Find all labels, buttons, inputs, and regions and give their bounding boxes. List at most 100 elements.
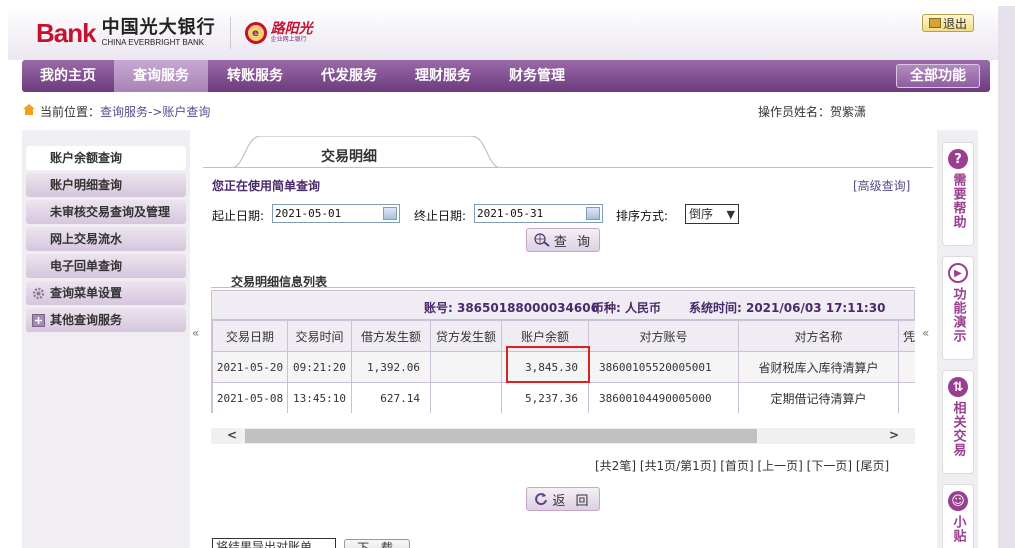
bank-mark-text: Bank (36, 17, 97, 48)
sidebar-item-receipt[interactable]: 电子回单查询 (26, 254, 186, 278)
currency: 币种: 人民币 (592, 301, 661, 315)
sort-select[interactable]: 倒序 ▼ (685, 204, 739, 224)
nav-finance-management[interactable]: 财务管理 (490, 60, 584, 92)
logout-icon (928, 18, 941, 28)
cell-credit (430, 351, 502, 383)
breadcrumb-prefix: 当前位置： (40, 105, 101, 119)
end-date-label: 终止日期: (414, 209, 467, 223)
gear-icon (32, 287, 45, 300)
demo-card-label: 功能演示 (950, 287, 966, 343)
tips-card-label: 小贴 (950, 515, 966, 543)
swap-icon: ⇅ (948, 377, 968, 397)
cell-debit: 627.14 (351, 382, 431, 413)
export-format-value: 将结果导出对账单 (216, 540, 313, 548)
tab-transaction-details[interactable]: 交易明细 (321, 146, 377, 166)
sidebar-item-detail[interactable]: 账户明细查询 (26, 173, 186, 197)
end-date-field[interactable]: 2021-05-31 (474, 204, 603, 223)
account-number: 账号: 38650188000034606 (424, 301, 599, 315)
sidebar-item-online-flow[interactable]: 网上交易流水 (26, 227, 186, 251)
col-header-debit: 借方发生额 (351, 320, 431, 352)
bank-names: 中国光大银行 CHINA EVERBRIGHT BANK (102, 19, 216, 47)
filter-row: 起止日期: 2021-05-01 终止日期: 2021-05-31 排序方式: … (212, 203, 932, 225)
breadcrumb-path[interactable]: 查询服务->账户查询 (100, 103, 210, 120)
main-content: 交易明细 您正在使用简单查询 [高级查询] 起止日期: 2021-05-01 终… (203, 130, 933, 548)
scroll-right-icon[interactable]: > (889, 428, 899, 442)
related-transactions-card[interactable]: ⇅ 相关交易 (942, 370, 974, 474)
operator-name: 操作员姓名：贺紫潇 (758, 105, 867, 119)
cell-trade-date: 2021-05-20 (212, 351, 288, 383)
cell-voucher (898, 382, 915, 413)
sidebar-item-balance[interactable]: 账户余额查询 (26, 146, 186, 170)
back-button[interactable]: 返 回 (526, 487, 600, 511)
sidebar: 账户余额查询 账户明细查询 未审核交易查询及管理 网上交易流水 电子回单查询 查… (22, 130, 190, 548)
cell-debit: 1,392.06 (351, 351, 431, 383)
table-row[interactable]: 2021-05-08 13:45:10 627.14 5,237.36 3860… (212, 382, 915, 413)
cell-trade-time: 09:21:20 (287, 351, 352, 383)
sidebar-item-label: 其他查询服务 (50, 313, 123, 327)
sidebar-item-unreviewed[interactable]: 未审核交易查询及管理 (26, 200, 186, 224)
all-functions-button[interactable]: 全部功能 (896, 64, 980, 88)
nav-payroll-services[interactable]: 代发服务 (302, 60, 396, 92)
account-info-bar: 账号: 38650188000034606 币种: 人民币 系统时间: 2021… (211, 290, 915, 320)
cell-counter-account: 38600105520005001 (588, 351, 739, 383)
nav-wealth-services[interactable]: 理财服务 (396, 60, 490, 92)
cell-trade-time: 13:45:10 (287, 382, 352, 413)
bank-name-en: CHINA EVERBRIGHT BANK (101, 38, 205, 47)
tips-card[interactable]: ☺ 小贴 (942, 484, 974, 548)
col-header-credit: 贷方发生额 (430, 320, 502, 352)
collapse-sidebar-icon[interactable]: « (192, 326, 199, 340)
collapse-right-rail-icon[interactable]: « (922, 326, 929, 340)
sun-emblem-icon: e (244, 22, 267, 44)
logo-divider (229, 17, 231, 49)
sun-brand-logo: e 路阳光 企业网上银行 (244, 21, 313, 44)
sidebar-item-menu-settings[interactable]: 查询菜单设置 (26, 281, 186, 305)
sort-label: 排序方式: (616, 209, 669, 223)
main-nav: 我的主页 查询服务 转账服务 代发服务 理财服务 财务管理 全部功能 (22, 60, 990, 92)
related-transactions-label: 相关交易 (950, 401, 966, 457)
demo-card[interactable]: ▶ 功能演示 (942, 256, 974, 360)
pager[interactable]: [共2笔] [共1页/第1页] [首页] [上一页] [下一页] [尾页] (595, 457, 889, 474)
start-date-field[interactable]: 2021-05-01 (272, 204, 400, 223)
logout-label: 退出 (942, 16, 967, 31)
window-scroll-track (998, 6, 1015, 548)
scroll-left-icon[interactable]: < (227, 428, 237, 442)
calendar-icon[interactable] (586, 207, 600, 220)
help-card[interactable]: ? 需要帮助 (942, 142, 974, 246)
bank-name-cn: 中国光大银行 (101, 17, 216, 38)
play-icon: ▶ (948, 263, 968, 283)
sort-value: 倒序 (689, 207, 714, 221)
horizontal-scrollbar[interactable]: < > (211, 428, 915, 444)
calendar-icon[interactable] (383, 207, 397, 220)
start-date-label: 起止日期: (212, 209, 265, 223)
cell-voucher (898, 351, 915, 383)
nav-transfer-services[interactable]: 转账服务 (208, 60, 302, 92)
cell-counter-name: 省财税库入库待清算户 (738, 351, 899, 383)
tab-underline (203, 167, 933, 168)
question-icon: ? (948, 149, 968, 169)
cell-balance: 5,237.36 (501, 382, 589, 413)
sun-brand-text: 路阳光 企业网上银行 (270, 21, 313, 44)
end-date-value: 2021-05-31 (477, 207, 544, 220)
advanced-query-link[interactable]: [高级查询] (853, 177, 910, 194)
scrollbar-thumb[interactable] (245, 429, 757, 443)
sun-brand-caption: 企业网上银行 (270, 36, 307, 44)
right-rail: ? 需要帮助 ▶ 功能演示 ⇅ 相关交易 ☺ 小贴 (937, 130, 978, 548)
col-header-voucher: 凭 (898, 320, 915, 352)
system-time: 系统时间: 2021/06/03 17:11:30 (689, 301, 886, 315)
globe-search-icon (534, 233, 550, 247)
nav-home[interactable]: 我的主页 (22, 60, 114, 92)
chevron-down-icon: ▼ (726, 208, 735, 221)
nav-query-services[interactable]: 查询服务 (114, 60, 208, 92)
sidebar-item-other[interactable]: 其他查询服务 (26, 308, 186, 332)
export-format-select[interactable]: 将结果导出对账单 (212, 538, 336, 548)
col-header-trade-time: 交易时间 (287, 320, 352, 352)
bank-logo: Bank 中国光大银行 CHINA EVERBRIGHT BANK e 路阳光 … (36, 16, 313, 50)
breadcrumb: 当前位置： 查询服务->账户查询 操作员姓名：贺紫潇 (22, 101, 990, 121)
plus-box-icon (32, 314, 45, 327)
logout-button[interactable]: 退出 (922, 14, 974, 32)
download-button[interactable]: 下 载 (344, 539, 410, 548)
cell-counter-name: 定期借记待清算户 (738, 382, 899, 413)
sidebar-item-label: 查询菜单设置 (50, 286, 123, 300)
query-button[interactable]: 查 询 (526, 228, 600, 252)
back-button-label: 返 回 (552, 493, 592, 509)
